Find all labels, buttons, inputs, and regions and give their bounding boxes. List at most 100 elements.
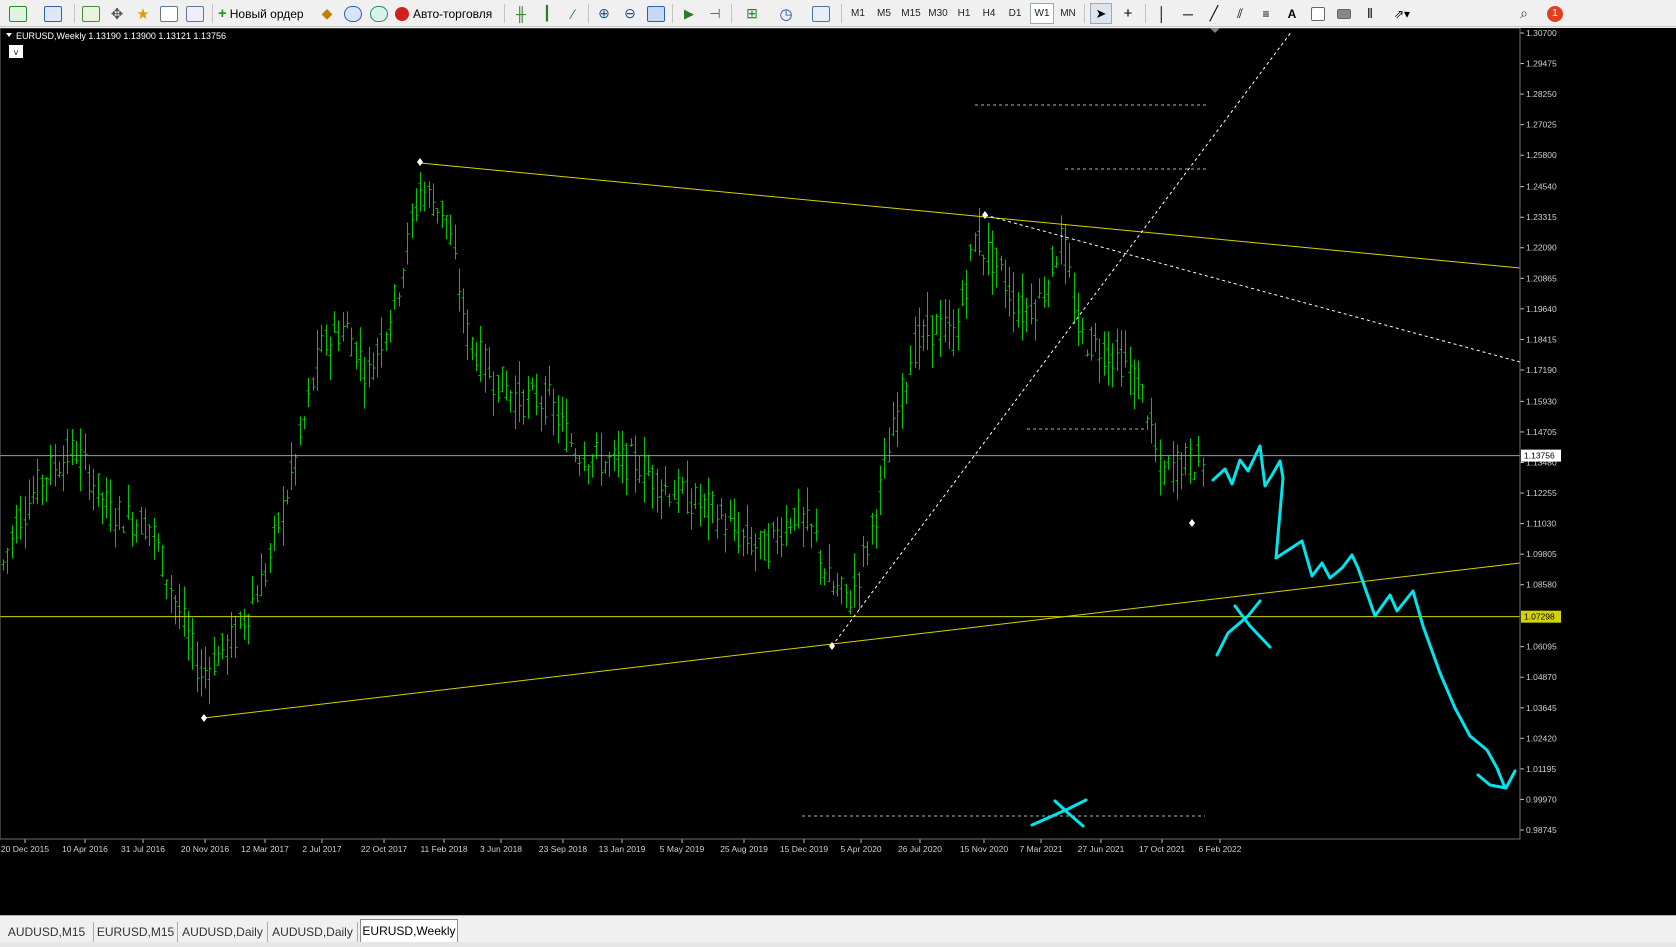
- channel-icon: ⫽: [1237, 5, 1243, 21]
- text-label-button[interactable]: [1307, 3, 1329, 24]
- crosshair-tool-button[interactable]: +: [1117, 3, 1139, 24]
- fibonacci-button[interactable]: ≡: [1255, 3, 1277, 24]
- notifications-button[interactable]: 1: [1541, 3, 1569, 24]
- price-candles: [1, 172, 1206, 705]
- market-watch-icon: [82, 5, 100, 22]
- terminal-button[interactable]: [158, 3, 180, 24]
- indicators-icon: ⊞: [746, 5, 758, 21]
- price-tick-label: 1.23315: [1526, 212, 1557, 222]
- collapse-arrow-icon: [6, 33, 12, 37]
- timeframe-m1[interactable]: M1: [846, 3, 870, 24]
- crosshair-move-icon: ✥: [110, 5, 124, 23]
- trendline-anchor-point[interactable]: [1189, 519, 1195, 527]
- cursor-tool-button[interactable]: ➤: [1090, 3, 1112, 24]
- profiles-button[interactable]: [38, 3, 68, 24]
- price-tick-label: 1.09805: [1526, 549, 1557, 559]
- timeframe-m15[interactable]: M15: [898, 3, 924, 24]
- trendline-anchor-point[interactable]: [201, 714, 207, 722]
- tile-windows-button[interactable]: [645, 3, 667, 24]
- price-tick-label: 1.14705: [1526, 427, 1557, 437]
- tester-icon: [186, 5, 204, 22]
- chart-window[interactable]: 1.30700 1.29475 1.28250 1.27025 1.25800 1.245…: [0, 28, 1676, 915]
- horizontal-line-button[interactable]: ─: [1177, 3, 1199, 24]
- bar-chart-button[interactable]: ╫: [510, 3, 532, 24]
- vertical-line-button[interactable]: │: [1151, 3, 1173, 24]
- trendline-button[interactable]: ╱: [1203, 3, 1225, 24]
- trendline-anchor-point[interactable]: [417, 158, 423, 166]
- indicators-button[interactable]: ⊞: [737, 3, 767, 24]
- price-axis: 1.30700 1.29475 1.28250 1.27025 1.25800 1.245…: [1520, 28, 1568, 915]
- navigator-button[interactable]: ★: [132, 3, 154, 24]
- timeframe-m30[interactable]: M30: [925, 3, 951, 24]
- chart-tab-eurusd-m15[interactable]: EURUSD,M15: [94, 922, 178, 942]
- market-button[interactable]: [368, 3, 390, 24]
- price-tick-label: 1.18415: [1526, 334, 1557, 344]
- trendline-anchor-point[interactable]: [829, 642, 835, 650]
- new-chart-button[interactable]: [3, 3, 33, 24]
- signals-button[interactable]: [342, 3, 364, 24]
- dashed-trendline-rising[interactable]: [831, 30, 1293, 647]
- time-tick-label: 31 Jul 2016: [121, 844, 165, 854]
- price-tick-label: 1.08580: [1526, 580, 1557, 590]
- templates-button[interactable]: [806, 3, 836, 24]
- chart-tab-audusd-m15[interactable]: AUDUSD,M15: [0, 922, 94, 942]
- lower-trendline[interactable]: [203, 562, 1521, 719]
- chart-tab-audusd-daily-2[interactable]: AUDUSD,Daily: [268, 922, 358, 942]
- cursor-icon: ➤: [1095, 5, 1107, 21]
- price-tick-label: 1.03645: [1526, 703, 1557, 713]
- new-order-button[interactable]: + Новый ордер: [218, 3, 310, 24]
- clock-icon: ◷: [779, 5, 793, 23]
- text-tool-button[interactable]: A: [1281, 3, 1303, 24]
- shift-marker[interactable]: [1210, 28, 1220, 33]
- chart-shift-button[interactable]: ⊣: [704, 3, 726, 24]
- time-tick-label: 10 Apr 2016: [62, 844, 108, 854]
- zoom-out-button[interactable]: ⊖: [619, 3, 641, 24]
- market-watch-button[interactable]: [80, 3, 102, 24]
- timeframe-m5[interactable]: M5: [872, 3, 896, 24]
- time-tick-label: 22 Oct 2017: [361, 844, 408, 854]
- timeframe-d1[interactable]: D1: [1003, 3, 1027, 24]
- time-tick-label: 5 May 2019: [660, 844, 705, 854]
- price-tick-label: 1.24540: [1526, 182, 1557, 192]
- zoom-in-icon: ⊕: [598, 5, 610, 21]
- trendline-anchor-point[interactable]: [982, 211, 988, 219]
- timeframe-h4[interactable]: H4: [977, 3, 1001, 24]
- time-tick-label: 15 Nov 2020: [960, 844, 1008, 854]
- dashed-trendline-falling[interactable]: [984, 214, 1521, 363]
- data-window-button[interactable]: ✥: [106, 3, 128, 24]
- time-tick-label: 6 Feb 2022: [1198, 844, 1241, 854]
- more-tools-icon: ⇗▾: [1393, 6, 1411, 21]
- chart-tab-eurusd-weekly[interactable]: EURUSD,Weekly: [360, 919, 458, 943]
- auto-scroll-button[interactable]: ▶: [678, 3, 700, 24]
- timeframe-w1[interactable]: W1: [1030, 3, 1054, 24]
- timeframe-h1[interactable]: H1: [952, 3, 976, 24]
- tile-windows-icon: [647, 5, 665, 22]
- hand-drawings: [1030, 444, 1517, 828]
- price-tick-label: 1.29475: [1526, 59, 1557, 69]
- tester-button[interactable]: [184, 3, 206, 24]
- horizontal-scrollbar[interactable]: [0, 942, 1676, 947]
- projected-arrowhead-drawing[interactable]: [1476, 769, 1517, 790]
- metaeditor-button[interactable]: ◆: [316, 3, 338, 24]
- chart-tab-audusd-daily-1[interactable]: AUDUSD,Daily: [178, 922, 268, 942]
- time-tick-label: 13 Jan 2019: [599, 844, 646, 854]
- crosshair-icon: +: [1123, 5, 1133, 22]
- price-tick-label: 1.04870: [1526, 672, 1557, 682]
- more-tools-button[interactable]: ⇗▾: [1387, 3, 1417, 24]
- channel-button[interactable]: ⫽: [1229, 3, 1251, 24]
- search-button[interactable]: ⌕: [1513, 3, 1535, 24]
- zoom-in-button[interactable]: ⊕: [593, 3, 615, 24]
- candlestick-button[interactable]: ┃: [536, 3, 558, 24]
- rectangle-button[interactable]: [1333, 3, 1355, 24]
- line-chart-button[interactable]: ∕: [562, 3, 584, 24]
- price-tick-label: 0.98745: [1526, 825, 1557, 835]
- time-tick-label: 5 Apr 2020: [840, 844, 881, 854]
- periods-button[interactable]: ◷: [771, 3, 801, 24]
- auto-trading-button[interactable]: Авто-торговля: [395, 3, 499, 24]
- timeframe-mn[interactable]: MN: [1056, 3, 1080, 24]
- fibonacci-icon: ≡: [1262, 6, 1270, 21]
- bar-chart-icon: ╫: [516, 5, 526, 22]
- time-axis: 20 Dec 2015 10 Apr 2016 31 Jul 2016 20 Nov …: [1, 839, 1242, 854]
- price-tick-label: 1.19640: [1526, 304, 1557, 314]
- arrows-button[interactable]: ⦀: [1359, 3, 1381, 24]
